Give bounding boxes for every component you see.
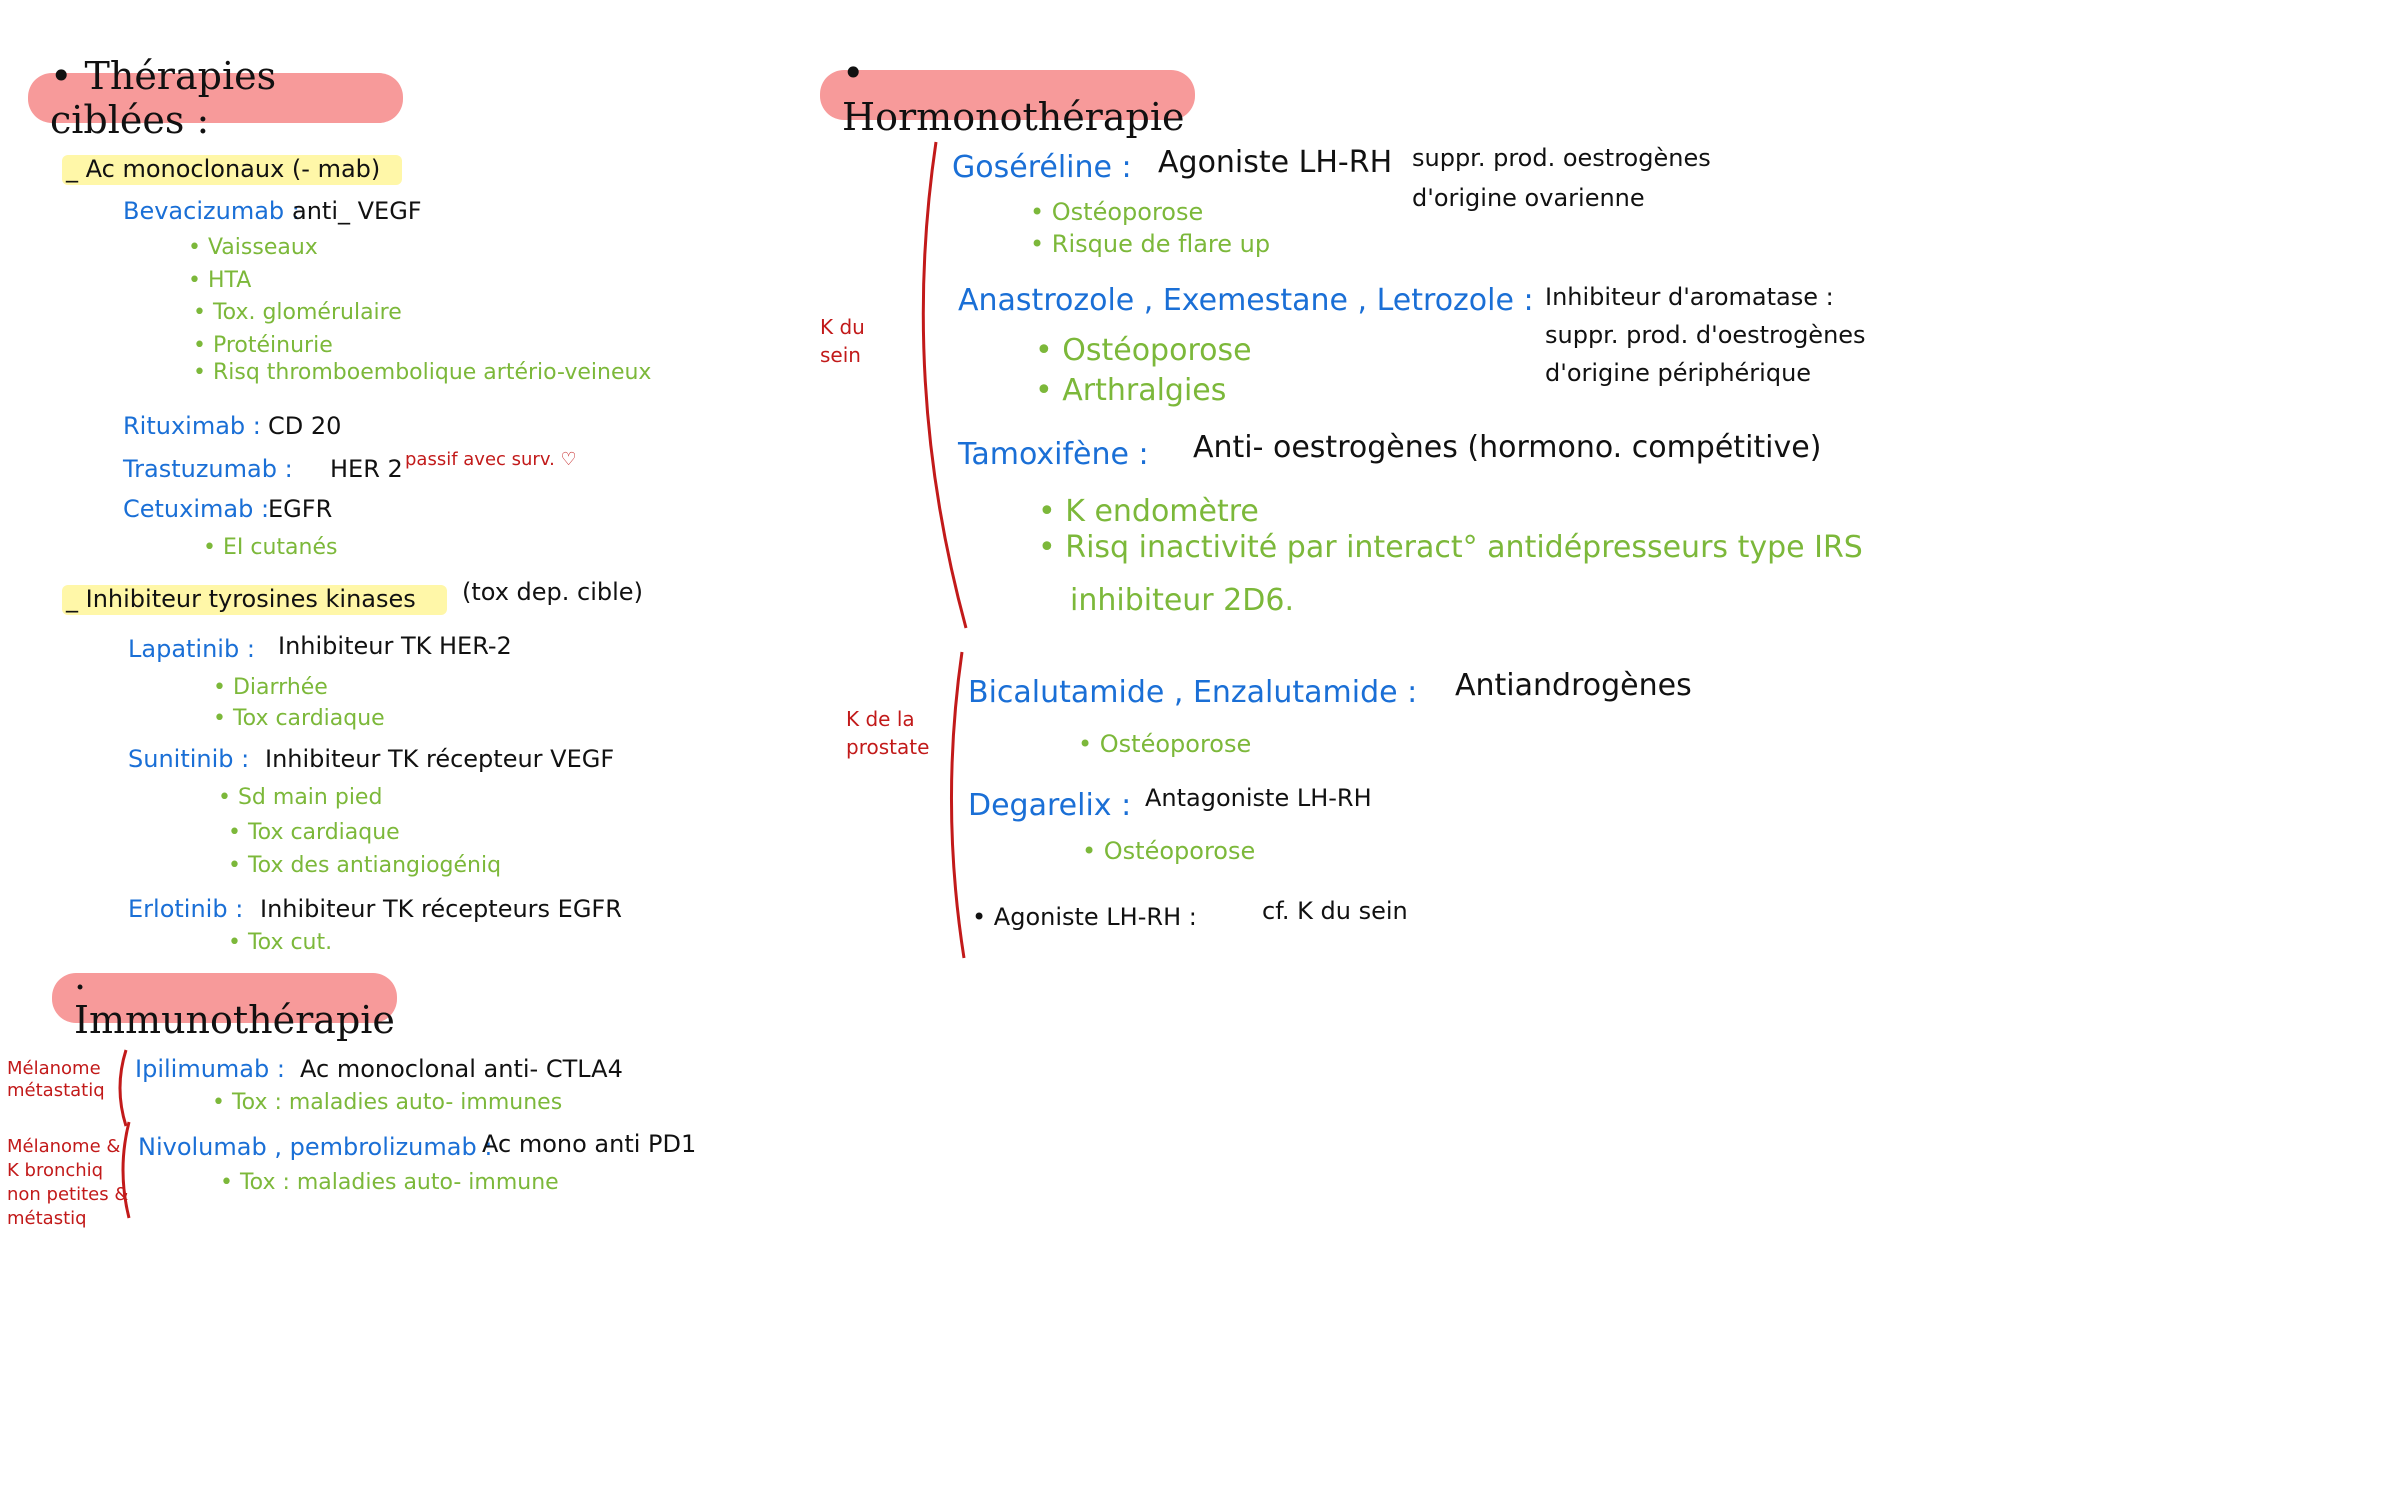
brace-ipilimumab [118,1049,128,1127]
drug-name-lapatinib: Lapatinib : [128,635,255,663]
indication-label-sein: K du sein [820,313,865,369]
effect-item: • Tox : maladies auto- immune [220,1170,559,1195]
effect-item: • Ostéoporose [1030,198,1204,226]
drug-desc-lapatinib: Inhibiteur TK HER-2 [278,632,512,660]
effect-item: • Ostéoporose [1035,333,1252,368]
indication-line: K bronchiq [7,1160,104,1181]
drug-name-goserelin: Goséréline : [952,150,1132,185]
section-header-therapies-ciblees: • Thérapies ciblées : [28,54,403,142]
effect-item: • Tox des antiangiogéniq [228,853,502,878]
header-text: . Immunothérapie [74,954,395,1042]
note-aromatase: Inhibiteur d'aromatase : suppr. prod. d'… [1545,278,1866,392]
drug-name-aromatase-inhibitors: Anastrozole , Exemestane , Letrozole : [958,283,1534,318]
effect-item: • HTA [188,268,252,293]
drug-name-trastuzumab: Trastuzumab : [123,455,293,483]
indication-line: Mélanome [7,1058,101,1079]
drug-desc-bicalutamide: Antiandrogènes [1455,668,1692,703]
tki-paren-note: (tox dep. cible) [462,578,643,606]
note-line: suppr. prod. oestrogènes [1412,144,1711,172]
header-text: • Hormonothérapie [842,51,1185,139]
trastuzumab-note: passif avec surv. ♡ [405,449,577,470]
drug-name-bicalutamide: Bicalutamide , Enzalutamide : [968,675,1418,710]
indication-line: métastiq [7,1208,87,1229]
indication-line: sein [820,343,861,367]
effect-item: • Tox. glomérulaire [193,300,402,325]
subsection-title-monoclonal: _ Ac monoclonaux (- mab) [66,155,381,183]
effect-item: • Risq inactivité par interact° antidépr… [1038,530,1863,565]
subsection-title-tki: _ Inhibiteur tyrosines kinases [66,585,416,613]
drug-desc-rituximab: CD 20 [268,412,342,440]
drug-name-rituximab: Rituximab : [123,412,261,440]
indication-line: K du [820,315,865,339]
drug-name-nivolumab: Nivolumab , pembrolizumab : [138,1133,493,1161]
section-header-hormonotherapie: • Hormonothérapie [820,51,1195,139]
drug-desc-ipilimumab: Ac monoclonal anti- CTLA4 [300,1055,623,1083]
effect-item: • Diarrhée [213,675,328,700]
indication-line: Mélanome & [7,1136,121,1157]
drug-name-agoniste-lhrh: • Agoniste LH-RH : [972,903,1197,931]
note-line: suppr. prod. d'oestrogènes [1545,321,1866,349]
drug-name-sunitinib: Sunitinib : [128,745,250,773]
note-goserelin: suppr. prod. oestrogènes d'origine ovari… [1412,138,1711,218]
drug-desc-bevacizumab: anti_ VEGF [292,197,422,225]
effect-item: • Arthralgies [1035,373,1227,408]
drug-desc-degarelix: Antagoniste LH-RH [1145,784,1372,812]
drug-desc-trastuzumab: HER 2 [330,455,403,483]
drug-desc-cetuximab: EGFR [268,495,333,523]
brace-sein [921,141,968,629]
effect-item: • Tox cardiaque [228,820,400,845]
drug-desc-sunitinib: Inhibiteur TK récepteur VEGF [265,745,615,773]
effect-item: • Protéinurie [193,333,333,358]
drug-name-bevacizumab: Bevacizumab : [123,197,300,225]
drug-desc-goserelin: Agoniste LH-RH [1158,145,1393,180]
indication-line: prostate [846,735,930,759]
effect-item: • Tox : maladies auto- immunes [212,1090,563,1115]
note-line: d'origine périphérique [1545,359,1812,387]
drug-name-cetuximab: Cetuximab : [123,495,270,523]
effect-item: • Risque de flare up [1030,230,1271,258]
effect-item: • Tox cardiaque [213,706,385,731]
note-line: d'origine ovarienne [1412,184,1645,212]
effect-item: • Risq thromboembolique artério-veineux [193,360,652,385]
drug-desc-tamoxifene: Anti- oestrogènes (hormono. compétitive) [1193,430,1822,465]
indication-label: Mélanome métastatiq [7,1058,105,1102]
indication-line: non petites & [7,1184,129,1205]
header-text: • Thérapies ciblées : [50,54,277,142]
indication-label-prostate: K de la prostate [846,705,929,761]
drug-desc-agoniste-lhrh: cf. K du sein [1262,897,1408,925]
indication-label: Mélanome & K bronchiq non petites & méta… [7,1135,128,1231]
effect-item: • Ostéoporose [1082,837,1256,865]
brace-prostate [950,651,966,959]
effect-item: • K endomètre [1038,494,1259,529]
drug-name-erlotinib: Erlotinib : [128,895,244,923]
effect-item: inhibiteur 2D6. [1070,583,1294,618]
effect-item: • Ostéoporose [1078,730,1252,758]
effect-item: • Sd main pied [218,785,383,810]
effect-item: • Tox cut. [228,930,333,955]
note-line: Inhibiteur d'aromatase : [1545,283,1834,311]
drug-name-ipilimumab: Ipilimumab : [135,1055,285,1083]
indication-line: K de la [846,707,915,731]
section-header-immunotherapie: . Immunothérapie [52,954,397,1042]
effect-item: • EI cutanés [203,535,338,560]
effect-item: • Vaisseaux [188,235,318,260]
brace-nivolumab [121,1121,131,1219]
indication-line: métastatiq [7,1080,105,1101]
drug-desc-nivolumab: Ac mono anti PD1 [482,1130,697,1158]
drug-desc-erlotinib: Inhibiteur TK récepteurs EGFR [260,895,622,923]
drug-name-tamoxifene: Tamoxifène : [958,437,1149,472]
drug-name-degarelix: Degarelix : [968,788,1132,823]
